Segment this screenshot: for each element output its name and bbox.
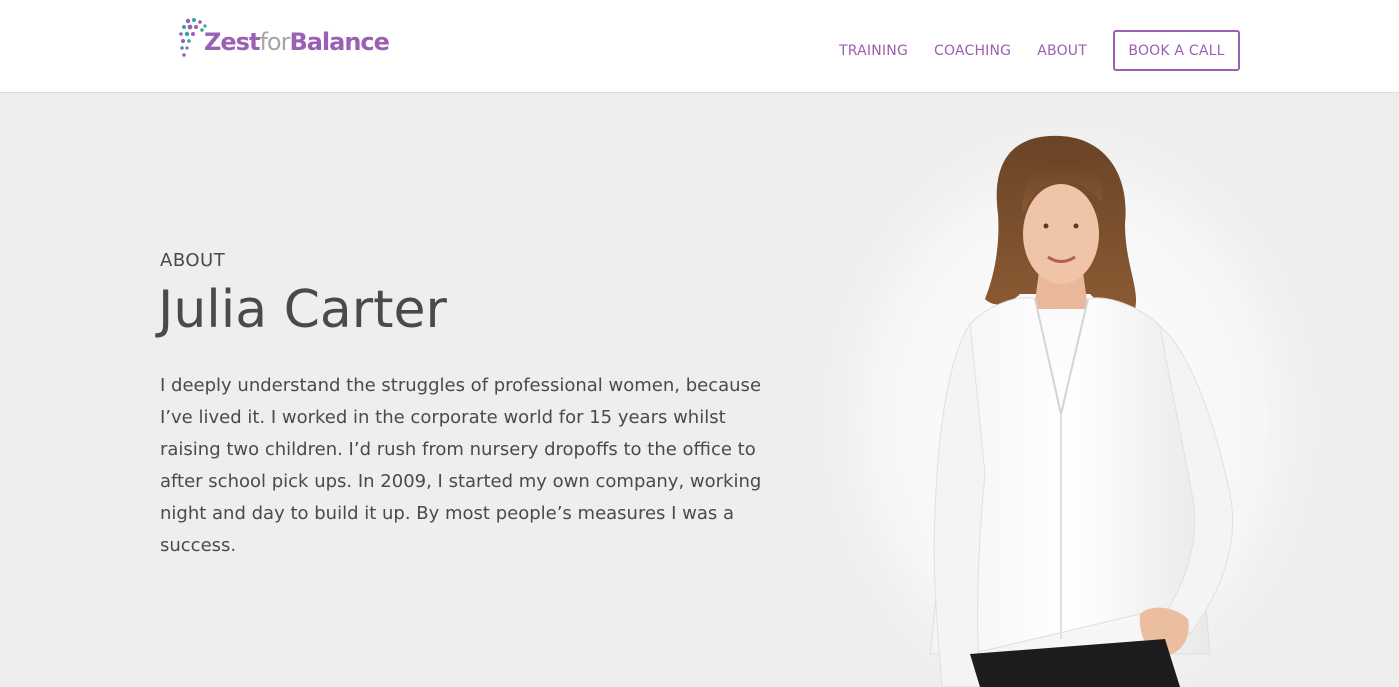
about-hero: ABOUT Julia Carter I deeply understand t… bbox=[0, 94, 1399, 687]
nav-about[interactable]: ABOUT bbox=[1037, 43, 1087, 59]
nav-training[interactable]: TRAINING bbox=[839, 43, 908, 59]
book-a-call-button[interactable]: BOOK A CALL bbox=[1113, 30, 1240, 71]
portrait-photo bbox=[820, 94, 1320, 687]
logo-text-zest: Zest bbox=[204, 28, 260, 56]
site-logo[interactable]: ZestforBalance bbox=[178, 16, 390, 64]
page-title: Julia Carter bbox=[158, 280, 447, 340]
site-header: ZestforBalance TRAINING COACHING ABOUT B… bbox=[0, 0, 1399, 93]
nav-coaching[interactable]: COACHING bbox=[934, 43, 1011, 59]
bio-paragraph: I deeply understand the struggles of pro… bbox=[160, 375, 762, 556]
main-nav: TRAINING COACHING ABOUT BOOK A CALL bbox=[839, 30, 1240, 71]
logo-text-balance: Balance bbox=[289, 28, 389, 56]
section-eyebrow: ABOUT bbox=[160, 250, 226, 271]
logo-text-for: for bbox=[259, 28, 290, 56]
logo-wordmark: ZestforBalance bbox=[204, 28, 390, 56]
